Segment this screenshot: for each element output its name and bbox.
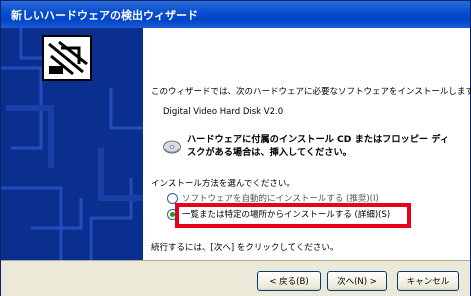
next-button[interactable]: 次へ(N) > [327,271,387,291]
wizard-sidebar-graphic [1,28,143,260]
button-bar: < 戻る(B) 次へ(N) > キャンセル [1,260,470,296]
intro-text: このウィザードでは、次のハードウェアに必要なソフトウェアをインストールします: [151,87,471,97]
cd-icon [163,137,181,155]
circuit-pattern [1,28,143,260]
back-button[interactable]: < 戻る(B) [257,271,321,291]
continue-hint: 続行するには、[次へ] をクリックしてください。 [151,243,339,253]
method-prompt: インストール方法を選んでください。 [151,179,295,189]
window-title: 新しいハードウェアの検出ウィザード [11,9,198,22]
device-name: Digital Video Hard Disk V2.0 [163,107,284,117]
wizard-window: 新しいハードウェアの検出ウィザード このウィザードでは、次のハードウェアに必要な… [0,0,471,296]
hardware-icon [42,35,92,81]
insert-notice: ハードウェアに付属のインストール CD またはフロッピー ディスクがある場合は、… [187,134,450,158]
red-highlight-box [175,203,411,228]
title-bar[interactable]: 新しいハードウェアの検出ウィザード [1,1,470,28]
cancel-button[interactable]: キャンセル [397,271,459,291]
